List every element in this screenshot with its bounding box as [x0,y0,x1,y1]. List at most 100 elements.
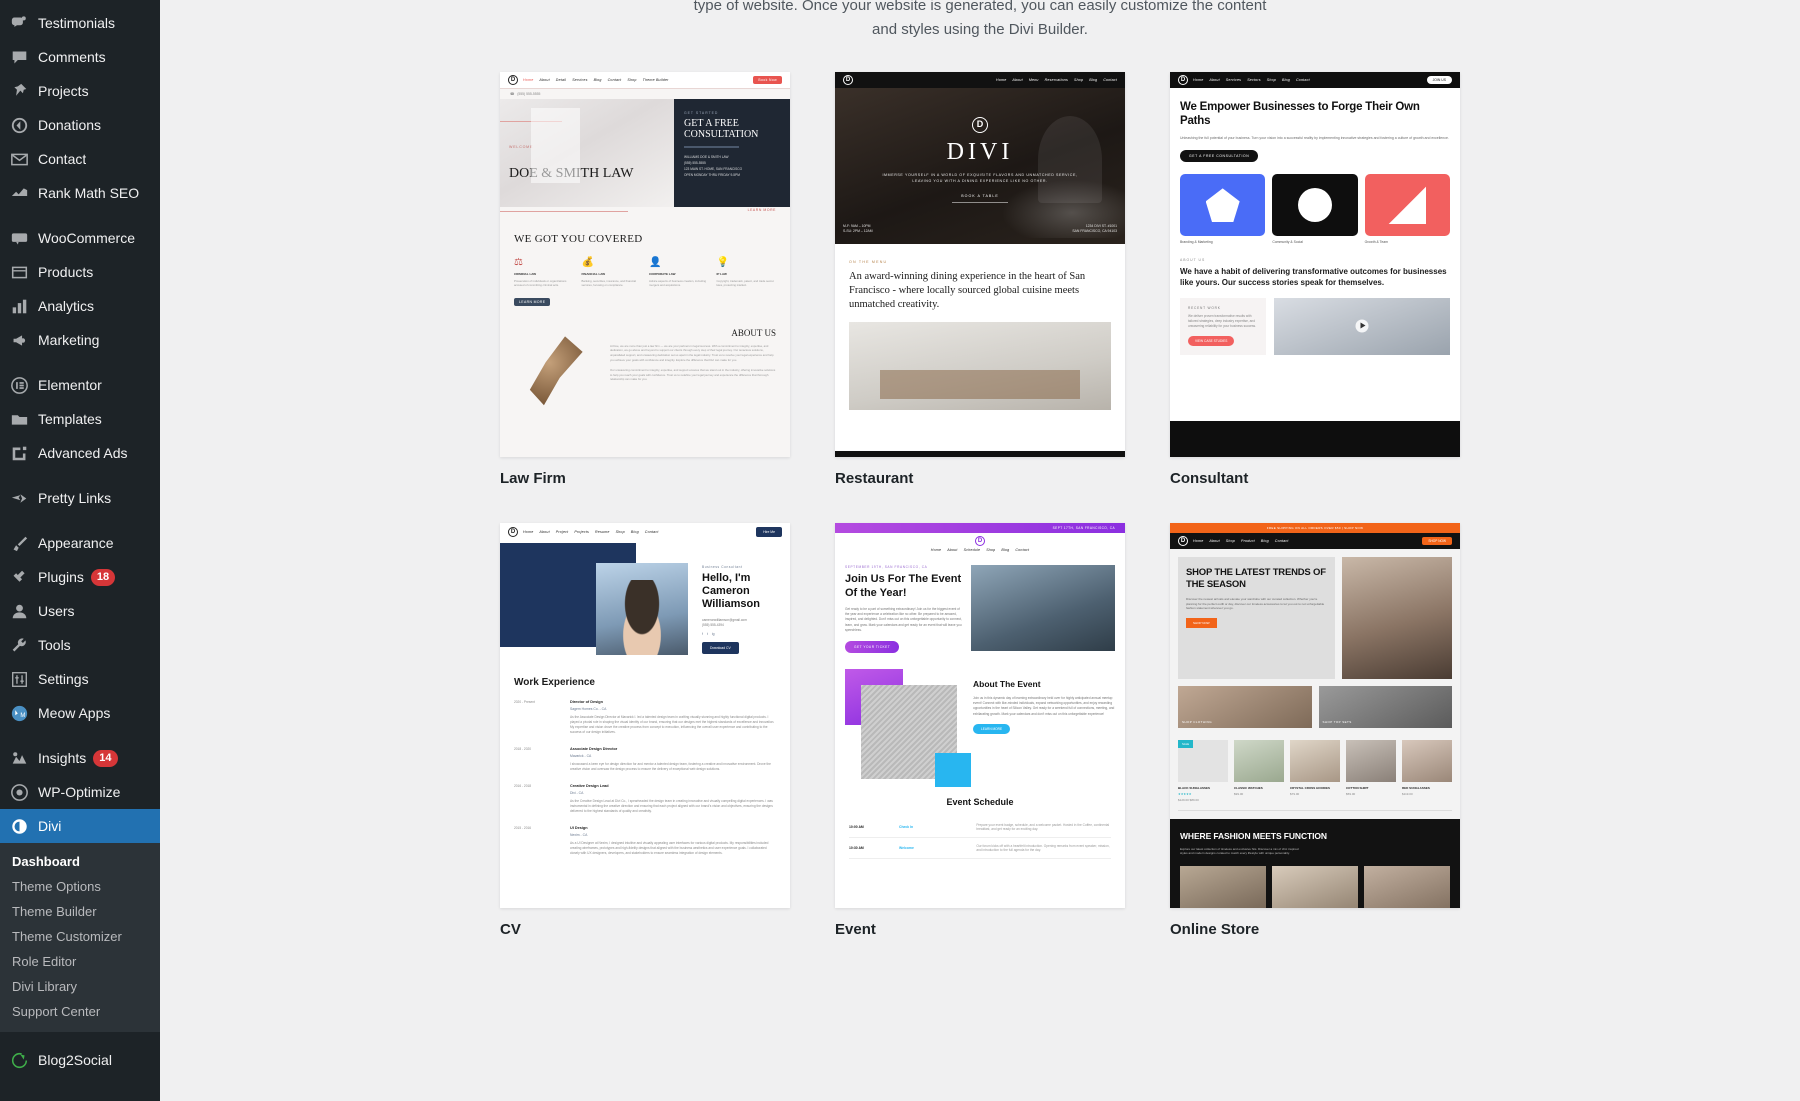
submenu-item-role-editor[interactable]: Role Editor [0,949,160,974]
sidebar-item-donations[interactable]: Donations [0,108,160,142]
template-card-event[interactable]: SEPT 17TH, SAN FRANCISCO, CA D Home About… [835,523,1125,974]
mini-nav-links: Home About Schedule Shop Blog Contact [930,548,1030,552]
svg-text:M: M [20,712,25,718]
template-name: Consultant [1170,470,1249,487]
mini-cta: SHOP NOW [1186,617,1217,628]
sidebar-item-advanced-ads[interactable]: Advanced Ads [0,436,160,470]
sidebar-item-analytics[interactable]: Analytics [0,289,160,323]
mini-hero: Business Consultant Hello, I'm Cameron W… [500,541,790,661]
submenu-item-theme-builder[interactable]: Theme Builder [0,899,160,924]
mini-blue-block [935,753,971,788]
template-thumbnail[interactable]: D Home About Project Projects Resume Shop Blog… [500,523,790,908]
mini-navbar: D Home About Services Sectors Shop Blog Contac… [1170,72,1460,88]
mini-cta-button: Book Now [753,76,782,84]
mini-video-thumb [1274,298,1450,356]
sidebar-item-appearance[interactable]: Appearance [0,526,160,560]
template-thumbnail[interactable]: D Home About Services Sectors Shop Blog Contac… [1170,72,1460,457]
sidebar-item-plugins[interactable]: Plugins 18 [0,560,160,594]
sidebar-item-label: Plugins [38,569,84,585]
mini-section: WE GOT YOU COVERED ⚖ CRIMINAL LAW Prosecut… [500,217,790,308]
sidebar-item-divi[interactable]: Divi [0,809,160,843]
sidebar-item-label: Advanced Ads [38,445,128,461]
sidebar-item-testimonials[interactable]: Testimonials [0,6,160,40]
sidebar-item-comments[interactable]: Comments [0,40,160,74]
sidebar-item-blog2social[interactable]: Blog2Social [0,1043,160,1077]
submenu-item-support-center[interactable]: Support Center [0,999,160,1024]
divi-logo-icon: D [843,75,853,85]
sidebar-item-label: Users [38,603,75,619]
mini-announcement-bar: SEPT 17TH, SAN FRANCISCO, CA [835,523,1125,533]
template-card-law-firm[interactable]: D Home About Detail Services Blog Contact Shop… [500,72,790,523]
sidebar-item-wp-optimize[interactable]: WP-Optimize [0,775,160,809]
blog2social-icon [9,1050,29,1070]
settings-icon [9,669,29,689]
wrench-icon [9,635,29,655]
mini-eyebrow: SEPTEMBER 19TH, SAN FRANCISCO, CA [845,565,928,569]
mini-section-title: WE GOT YOU COVERED [514,233,643,245]
divi-logo-icon: D [1178,75,1188,85]
template-card-restaurant[interactable]: D Home About Menu Reservations Shop Blog Conta… [835,72,1125,523]
sidebar-item-label: Pretty Links [38,490,112,506]
mini-body: SHOP THE LATEST TRENDS OF THE SEASON Dis… [1170,549,1460,819]
mini-hero: D DIVI IMMERSE YOURSELF IN A WORLD OF EX… [835,88,1125,244]
template-card-cv[interactable]: D Home About Project Projects Resume Shop Blog… [500,523,790,974]
sidebar-item-label: Tools [38,637,71,653]
divi-icon [9,816,29,836]
template-thumbnail[interactable]: FREE SHIPPING ON ALL ORDERS OVER $50 | S… [1170,523,1460,908]
mini-cta-button: Hire Me [756,527,782,537]
sidebar-item-projects[interactable]: Projects [0,74,160,108]
menu-separator [0,1032,160,1043]
sidebar-item-users[interactable]: Users [0,594,160,628]
mini-rule [500,121,562,122]
submenu-item-theme-options[interactable]: Theme Options [0,874,160,899]
mini-gallery [1180,865,1450,908]
megaphone-icon [9,330,29,350]
menu-separator [0,730,160,741]
users-icon [9,601,29,621]
mini-about-section: About The Event Join us in this dynamic … [835,653,1125,788]
sidebar-item-insights[interactable]: Insights 14 [0,741,160,775]
template-thumbnail[interactable]: D Home About Menu Reservations Shop Blog Conta… [835,72,1125,457]
mini-about-headline: We have a habit of delivering transforma… [1180,267,1447,288]
menu-separator [0,470,160,481]
template-card-online-store[interactable]: FREE SHIPPING ON ALL ORDERS OVER $50 | S… [1170,523,1460,974]
mini-nav-links: Home About Shop Product Blog Contact [1193,539,1289,543]
submenu-item-dashboard[interactable]: Dashboard [0,849,160,874]
donations-icon [9,115,29,135]
sidebar-item-label: Elementor [38,377,102,393]
divi-logo-icon: D [972,116,988,133]
mini-hero: SHOP THE LATEST TRENDS OF THE SEASON Dis… [1178,557,1452,679]
sidebar-item-settings[interactable]: Settings [0,662,160,696]
mini-eyebrow: Business Consultant [702,565,743,569]
sidebar-item-products[interactable]: Products [0,255,160,289]
sidebar-item-woocommerce[interactable]: WooCommerce [0,221,160,255]
mini-hero-title: DIVI [946,138,1014,165]
sidebar-item-tools[interactable]: Tools [0,628,160,662]
submenu-item-theme-customizer[interactable]: Theme Customizer [0,924,160,949]
sidebar-item-label: Donations [38,117,102,133]
template-thumbnail[interactable]: D Home About Detail Services Blog Contact Shop… [500,72,790,457]
ads-icon [9,443,29,463]
submenu-item-divi-library[interactable]: Divi Library [0,974,160,999]
sidebar-item-label: Projects [38,83,89,99]
template-name: CV [500,921,521,938]
mini-product: RED SUNGLASSES $119.00 [1402,740,1452,802]
mini-job-row: 2018 - 2020 Associate Design Director Mav… [514,747,771,771]
sidebar-item-label: Divi [38,818,62,834]
mini-cta: GET YOUR TICKET [845,641,900,654]
menu-separator [0,210,160,221]
template-thumbnail[interactable]: SEPT 17TH, SAN FRANCISCO, CA D Home About… [835,523,1125,908]
sidebar-item-rank-math-seo[interactable]: Rank Math SEO [0,176,160,210]
sidebar-item-marketing[interactable]: Marketing [0,323,160,357]
mini-eyebrow: ON THE MENU [849,260,888,264]
comments-icon [9,47,29,67]
sidebar-item-contact[interactable]: Contact [0,142,160,176]
template-card-consultant[interactable]: D Home About Services Sectors Shop Blog Contac… [1170,72,1460,523]
sidebar-item-elementor[interactable]: Elementor [0,368,160,402]
mini-hero-title: DOE & SMITH LAW [509,166,634,181]
sidebar-item-meow-apps[interactable]: M Meow Apps [0,696,160,730]
admin-sidebar[interactable]: Testimonials Comments Projects Donations… [0,0,160,1101]
sidebar-item-pretty-links[interactable]: Pretty Links [0,481,160,515]
sidebar-item-templates[interactable]: Templates [0,402,160,436]
divi-submenu[interactable]: Dashboard Theme Options Theme Builder Th… [0,843,160,1032]
